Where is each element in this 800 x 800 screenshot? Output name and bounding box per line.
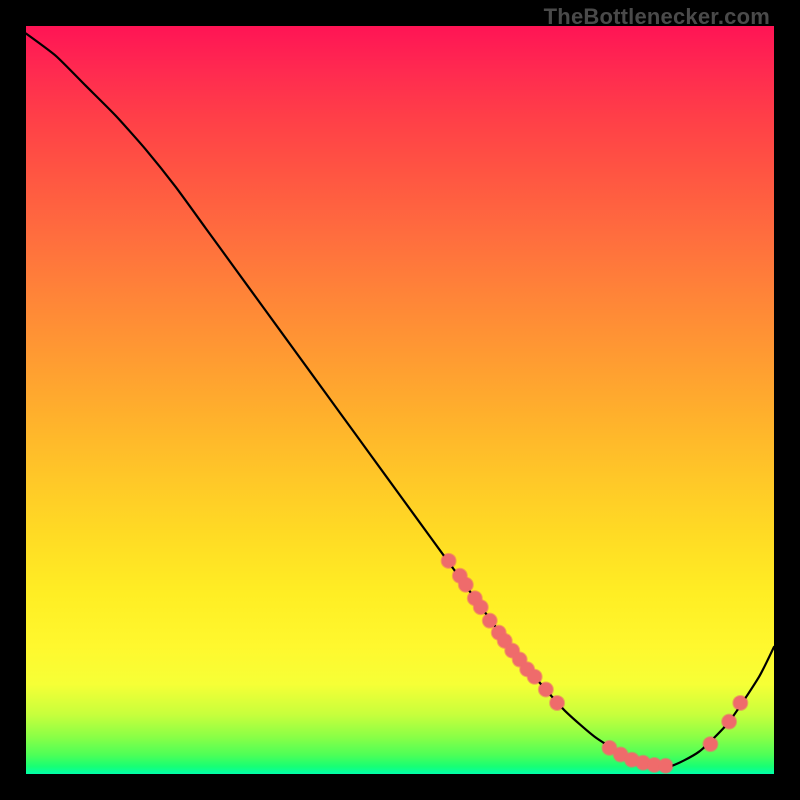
curve-marker — [528, 670, 542, 684]
curve-marker — [442, 554, 456, 568]
curve-marker — [659, 759, 673, 773]
chart-stage: TheBottlenecker.com — [0, 0, 800, 800]
curve-markers-under — [441, 553, 749, 774]
curve-marker — [703, 737, 717, 751]
curve-marker — [474, 600, 488, 614]
curve-marker — [539, 682, 553, 696]
curve-marker — [483, 614, 497, 628]
chart-svg — [26, 26, 774, 774]
curve-markers-over — [442, 554, 748, 773]
curve-marker — [722, 715, 736, 729]
curve-marker — [733, 696, 747, 710]
plot-area — [26, 26, 774, 774]
curve-marker — [459, 578, 473, 592]
curve-marker — [550, 696, 564, 710]
bottleneck-curve — [26, 33, 774, 766]
